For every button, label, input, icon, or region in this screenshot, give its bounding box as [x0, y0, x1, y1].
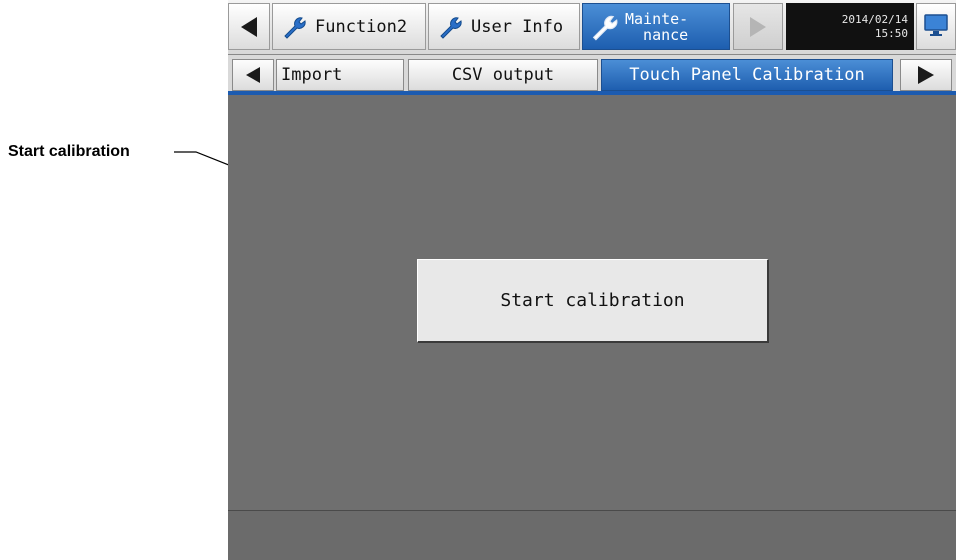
wrench-icon — [437, 14, 463, 40]
tab-touch-panel-calibration-label: Touch Panel Calibration — [629, 65, 865, 85]
tab-maintenance-label: Mainte- nance — [625, 9, 689, 44]
sub-tab-bar: Import CSV output Touch Panel Calibratio… — [228, 55, 956, 95]
sub-next-button[interactable] — [900, 59, 952, 91]
wrench-icon — [281, 14, 307, 40]
clock-date: 2014/02/14 — [841, 13, 908, 26]
clock-display: 2014/02/14 15:50 — [786, 3, 914, 50]
tab-csv-output-label: CSV output — [451, 65, 555, 85]
left-arrow-icon — [246, 67, 260, 83]
tab-import[interactable]: Import — [276, 59, 404, 91]
bottom-bar — [228, 511, 956, 560]
right-arrow-icon — [918, 66, 934, 84]
tab-function2[interactable]: Function2 — [272, 3, 426, 50]
next-tab-button[interactable] — [733, 3, 783, 50]
clock-time: 15:50 — [874, 27, 908, 40]
device-screen: Function2 User Info Mainte- nance 2014/0… — [228, 0, 956, 560]
prev-tab-button[interactable] — [228, 3, 270, 50]
wrench-icon — [589, 12, 619, 42]
top-tab-bar: Function2 User Info Mainte- nance 2014/0… — [228, 0, 956, 55]
monitor-button[interactable] — [916, 3, 956, 50]
sub-prev-button[interactable] — [232, 59, 274, 91]
monitor-icon — [923, 13, 949, 41]
tab-touch-panel-calibration[interactable]: Touch Panel Calibration — [601, 59, 893, 91]
tab-function2-label: Function2 — [315, 16, 408, 37]
tab-user-info[interactable]: User Info — [428, 3, 580, 50]
tab-maintenance[interactable]: Mainte- nance — [582, 3, 730, 50]
tab-import-label: Import — [281, 65, 343, 85]
start-calibration-button[interactable]: Start calibration — [417, 259, 769, 343]
left-arrow-icon — [241, 16, 257, 37]
tab-csv-output[interactable]: CSV output — [408, 59, 598, 91]
right-arrow-icon — [750, 16, 766, 37]
tab-user-info-label: User Info — [471, 16, 564, 37]
